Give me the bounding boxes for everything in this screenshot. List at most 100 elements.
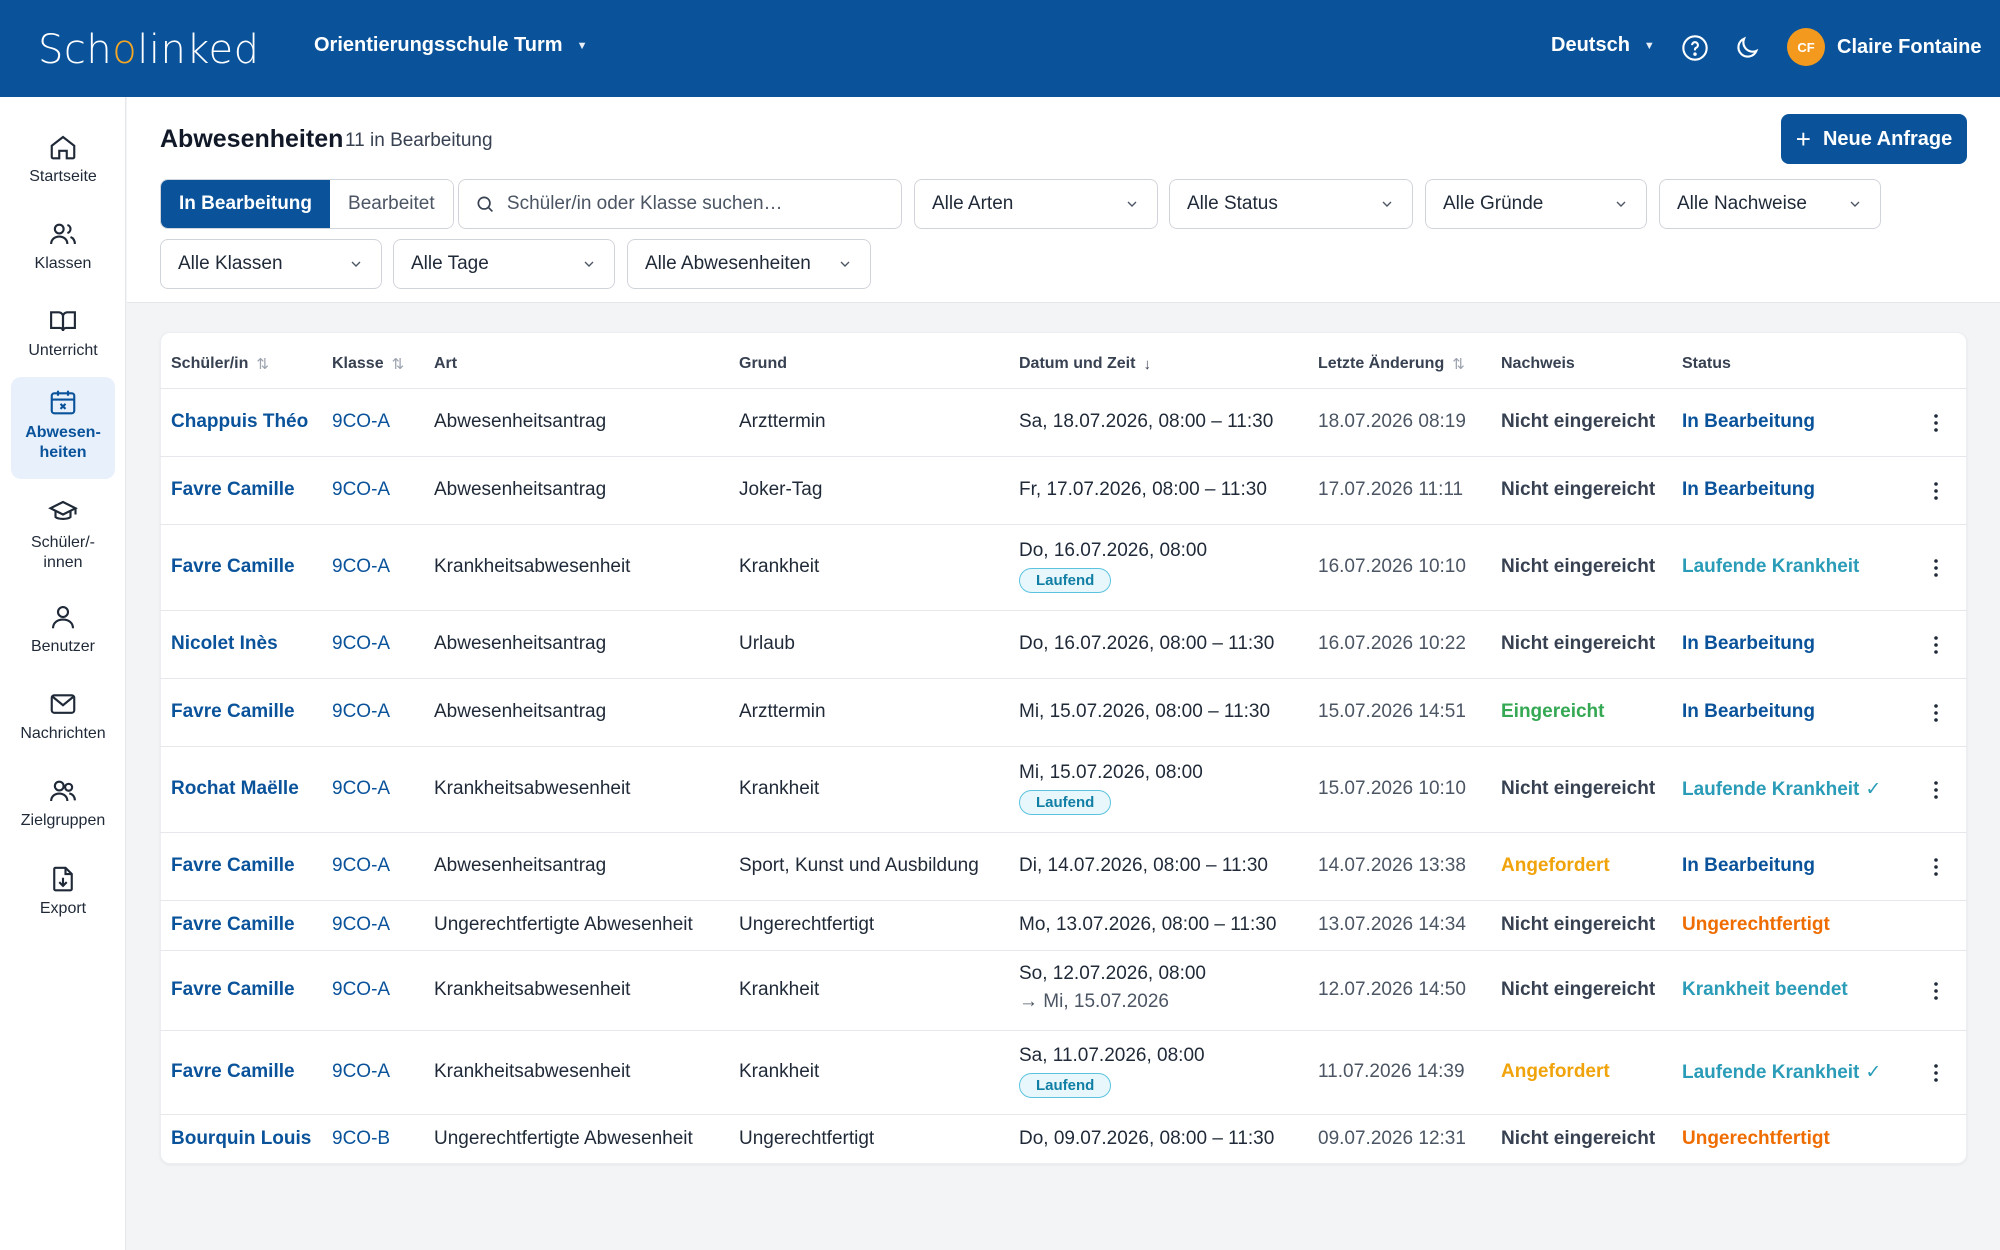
more-options-icon[interactable] [1924,778,1948,802]
chevron-down-icon [351,261,361,267]
search-input[interactable] [506,193,885,215]
class-link[interactable]: 9CO-A [332,1061,390,1083]
chevron-down-icon [840,261,850,267]
student-name-link[interactable]: Rochat Maëlle [171,778,299,800]
table-row[interactable]: Favre Camille 9CO-A Ungerechtfertigte Abwe… [160,900,1967,950]
absence-status: Ungerechtfertigt [1682,914,1830,936]
column-header-grund: Grund [739,355,787,373]
tab-bearbeitet[interactable]: Bearbeitet [330,180,453,228]
sidebar-item-schueler[interactable]: Schüler/-innen [11,487,115,577]
filter-status[interactable]: Alle Status [1169,179,1413,229]
filter-arten[interactable]: Alle Arten [914,179,1158,229]
column-header-status: Status [1682,355,1731,373]
table-row[interactable]: Nicolet Inès 9CO-A Abwesenheitsantrag Urlau… [160,610,1967,678]
column-header-letzte-aenderung[interactable]: Letzte Änderung ⇅ [1318,355,1465,373]
sidebar-item-label: Zielgruppen [20,812,106,829]
student-name-link[interactable]: Favre Camille [171,479,295,501]
date-time: Sa, 11.07.2026, 08:00 Laufend [1019,1045,1205,1098]
more-options-icon[interactable] [1924,633,1948,657]
sidebar-item-startseite[interactable]: Startseite [11,122,115,194]
user-menu[interactable]: CF Claire Fontaine [1787,28,1981,66]
class-link[interactable]: 9CO-A [332,855,390,877]
help-icon[interactable] [1681,34,1709,62]
tab-in-bearbeitung[interactable]: In Bearbeitung [161,180,331,228]
student-name-link[interactable]: Favre Camille [171,914,295,936]
more-options-icon[interactable] [1924,1061,1948,1085]
chevron-down-icon [1850,201,1860,207]
last-modified: 16.07.2026 10:22 [1318,633,1466,654]
filter-klassen[interactable]: Alle Klassen [160,239,382,289]
filter-gruende[interactable]: Alle Gründe [1425,179,1647,229]
sidebar-item-nachrichten[interactable]: Nachrichten [11,679,115,751]
table-row[interactable]: Bourquin Louis 9CO-B Ungerechtfertigte Abw… [160,1114,1967,1164]
student-name-link[interactable]: Favre Camille [171,979,295,1001]
more-options-icon[interactable] [1924,411,1948,435]
column-header-datum[interactable]: Datum und Zeit ↓ [1019,355,1151,373]
dark-mode-icon[interactable] [1733,34,1761,62]
date-time: So, 12.07.2026, 08:00 → Mi, 15.07.2026 [1019,963,1206,1013]
class-link[interactable]: 9CO-A [332,979,390,1001]
absence-status-label: Krankheit beendet [1682,979,1848,1000]
graduation-cap-icon [48,500,78,520]
table-row[interactable]: Favre Camille 9CO-A Krankheitsabwesenheit K… [160,1030,1967,1114]
student-name-link[interactable]: Bourquin Louis [171,1128,311,1150]
absence-status-label: In Bearbeitung [1682,479,1816,500]
plus-icon: + [1795,124,1811,154]
absence-reason: Krankheit [739,556,820,577]
more-options-icon[interactable] [1924,855,1948,879]
filter-tage[interactable]: Alle Tage [393,239,615,289]
table-row[interactable]: Favre Camille 9CO-A Krankheitsabwesenheit K… [160,950,1967,1030]
proof-status: Eingereicht [1501,701,1605,722]
class-link[interactable]: 9CO-A [332,778,390,800]
proof-status: Nicht eingereicht [1501,914,1656,935]
student-name-link[interactable]: Favre Camille [171,701,295,723]
sidebar-item-benutzer[interactable]: Benutzer [11,592,115,664]
absence-status: Krankheit beendet [1682,979,1848,1001]
class-link[interactable]: 9CO-A [332,556,390,578]
filter-nachweise[interactable]: Alle Nachweise [1659,179,1881,229]
column-label: Status [1682,355,1731,372]
class-link[interactable]: 9CO-A [332,411,390,433]
language-selector[interactable]: Deutsch ▼ [1551,34,1655,57]
more-options-icon[interactable] [1924,556,1948,580]
proof-status: Nicht eingereicht [1501,479,1656,500]
table-row[interactable]: Chappuis Théo 9CO-A Abwesenheitsantrag Arzt… [160,388,1967,456]
column-header-klasse[interactable]: Klasse ⇅ [332,355,404,373]
status-badge: Laufend [1019,790,1112,815]
date-start: Mi, 15.07.2026, 08:00 [1019,762,1203,783]
sidebar-item-zielgruppen[interactable]: Zielgruppen [11,766,115,838]
sidebar-item-unterricht[interactable]: Unterricht [11,296,115,368]
more-options-icon[interactable] [1924,479,1948,503]
logo[interactable]: Sch o linked [38,26,260,74]
table-row[interactable]: Favre Camille 9CO-A Abwesenheitsantrag Joke… [160,456,1967,524]
date-time: Fr, 17.07.2026, 08:00 – 11:30 [1019,479,1267,500]
search-field[interactable] [458,179,902,229]
sidebar-item-klassen[interactable]: Klassen [11,209,115,281]
class-link[interactable]: 9CO-A [332,914,390,936]
new-request-button[interactable]: + Neue Anfrage [1781,114,1967,164]
table-row[interactable]: Rochat Maëlle 9CO-A Krankheitsabwesenheit K… [160,746,1967,832]
column-header-schueler[interactable]: Schüler/in ⇅ [171,355,269,373]
column-header-nachweis: Nachweis [1501,355,1575,373]
column-label: Letzte Änderung [1318,355,1445,372]
absence-reason: Sport, Kunst und Ausbildung [739,855,979,876]
sidebar-item-export[interactable]: Export [11,854,115,926]
more-options-icon[interactable] [1924,979,1948,1003]
filter-abwesenheiten[interactable]: Alle Abwesenheiten [627,239,871,289]
school-selector[interactable]: Orientierungsschule Turm ▼ [314,34,587,57]
table-row[interactable]: Favre Camille 9CO-A Abwesenheitsantrag Spor… [160,832,1967,900]
class-link[interactable]: 9CO-B [332,1128,390,1150]
student-name-link[interactable]: Nicolet Inès [171,633,278,655]
check-icon: ✓ [1865,1062,1882,1083]
class-link[interactable]: 9CO-A [332,633,390,655]
student-name-link[interactable]: Favre Camille [171,556,295,578]
student-name-link[interactable]: Favre Camille [171,1061,295,1083]
more-options-icon[interactable] [1924,701,1948,725]
student-name-link[interactable]: Favre Camille [171,855,295,877]
sidebar-item-abwesenheiten[interactable]: Abwesen-heiten [11,377,115,479]
table-row[interactable]: Favre Camille 9CO-A Krankheitsabwesenheit K… [160,524,1967,610]
class-link[interactable]: 9CO-A [332,479,390,501]
student-name-link[interactable]: Chappuis Théo [171,411,308,433]
table-row[interactable]: Favre Camille 9CO-A Abwesenheitsantrag Arzt… [160,678,1967,746]
class-link[interactable]: 9CO-A [332,701,390,723]
